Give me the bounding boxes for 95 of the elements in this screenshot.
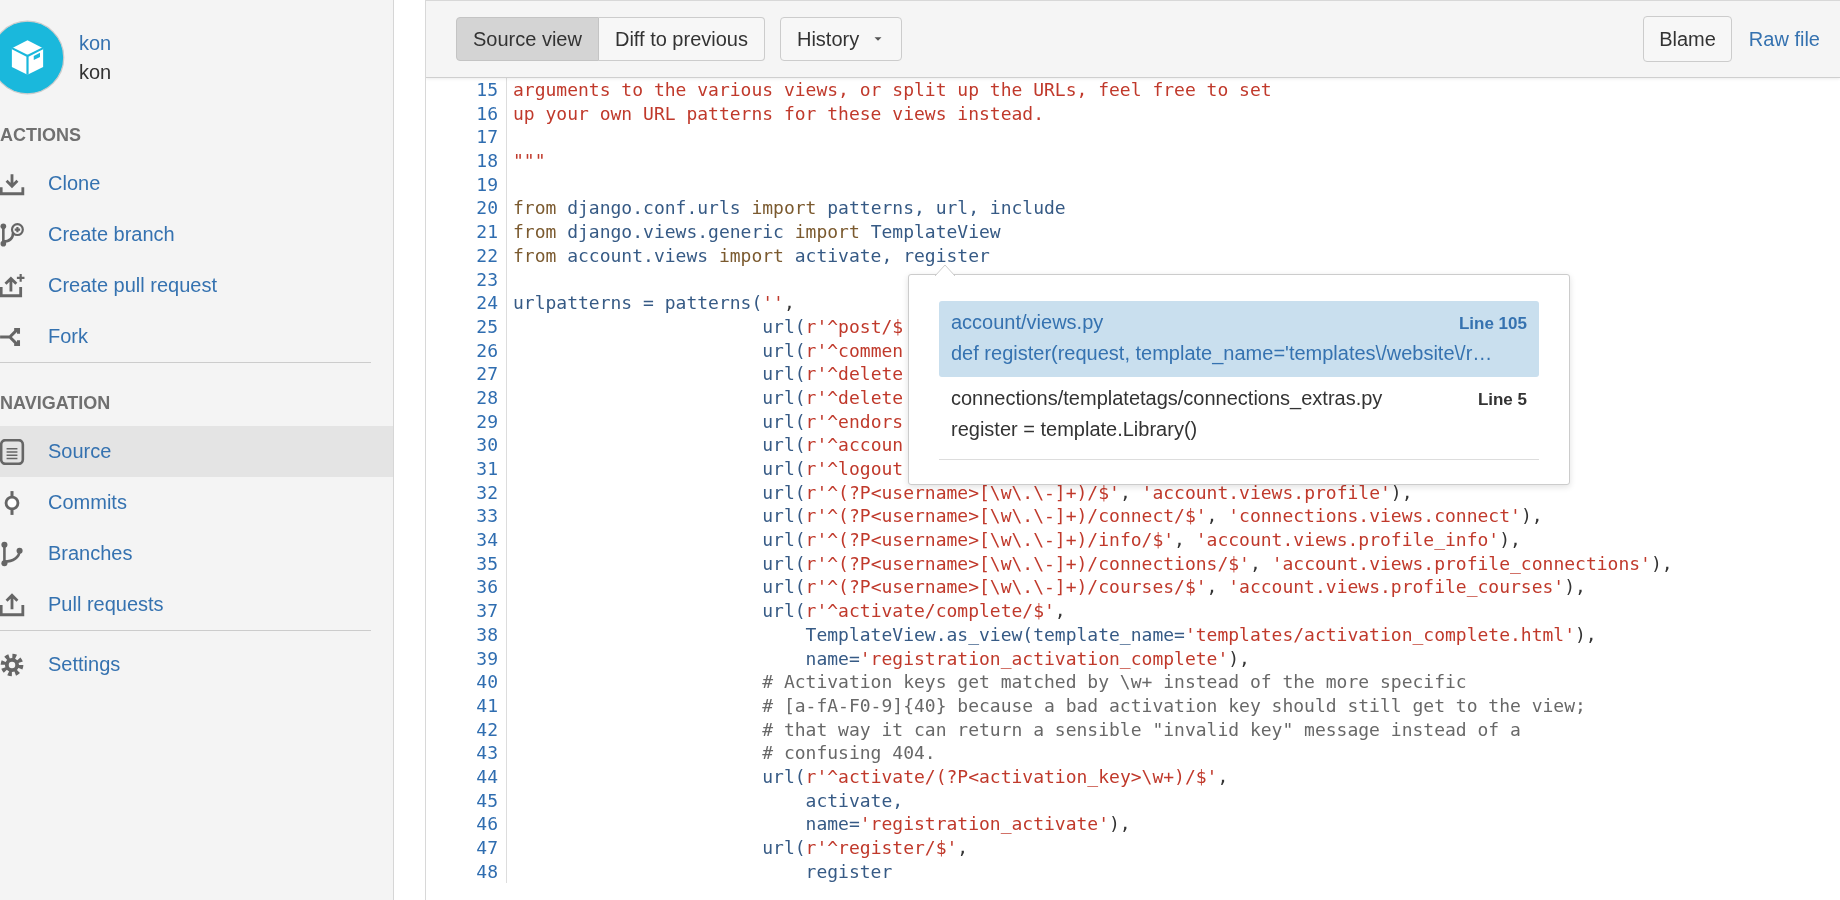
code-line: url(r'^logout xyxy=(761,457,904,481)
section-heading: ACTIONS xyxy=(0,124,82,147)
line-number: 42 xyxy=(426,717,507,742)
blame-button[interactable]: Blame xyxy=(1643,16,1732,62)
file-path: connections/templatetags/connections_extras.py xyxy=(951,386,1383,410)
line-number: 26 xyxy=(426,338,507,363)
code-line: name='registration_activate'), xyxy=(804,812,1131,836)
code-line: # [a-fA-F0-9]{40} because a bad activation key should still get to the view; xyxy=(761,693,1586,718)
code-line: url(r'^(?P<username>[\w\.\-]+)/$', 'account.views.profile'), xyxy=(761,480,1413,505)
code-line: from django.conf.urls import patterns, url, include xyxy=(512,196,1066,221)
line-number: 17 xyxy=(426,125,507,150)
line-number: 20 xyxy=(426,196,507,221)
code-line: url(r'^accoun xyxy=(761,433,904,457)
repo-link[interactable]: kon xyxy=(79,31,112,55)
raw-file-link[interactable]: Raw file xyxy=(1748,27,1820,51)
document-icon xyxy=(0,438,25,465)
code-line: url(r'^commen xyxy=(761,338,904,363)
line-number: 18 xyxy=(426,149,507,173)
sidebar-item[interactable]: Commits xyxy=(0,477,393,528)
code-line: name='registration_activation_complete'), xyxy=(804,646,1250,671)
sidebar-item[interactable]: Settings xyxy=(0,639,393,690)
repo-name: kon xyxy=(79,60,112,84)
sidebar-item[interactable]: Branches xyxy=(0,528,393,579)
line-number: 24 xyxy=(426,291,507,315)
line-number: 34 xyxy=(426,528,507,552)
line-number: 22 xyxy=(426,243,507,268)
code-snippet: def register(request, template_name='templates\/website\/r… xyxy=(951,341,1494,365)
file-path: account/views.py xyxy=(951,310,1104,334)
code-line: from account.views import activate, register xyxy=(512,243,990,268)
code-line: from django.views.generic import TemplateView xyxy=(512,220,1001,244)
line-label: Line 5 xyxy=(1477,389,1527,410)
code-line: register xyxy=(804,859,893,884)
sidebar-item[interactable]: Pull requests xyxy=(0,579,393,630)
code-line: """ xyxy=(512,149,546,173)
code-line: # confusing 404. xyxy=(761,741,936,765)
line-label: Line 105 xyxy=(1458,313,1527,334)
line-number: 30 xyxy=(426,433,507,457)
code-line: url(r'^register/$', xyxy=(761,836,969,860)
code-line: TemplateView.as_view(template_name='templates/activation_complete.html'), xyxy=(804,622,1597,647)
line-number: 25 xyxy=(426,314,507,339)
code-line: # that way it can return a sensible "invalid key" message instead of a xyxy=(761,717,1521,742)
line-number: 41 xyxy=(426,693,507,718)
code-line: url(r'^(?P<username>[\w\.\-]+)/courses/$', 'account.views.profile_courses'), xyxy=(761,575,1586,600)
result-item[interactable]: account/views.py Line 105 def register(request, template_name='templates\/website\/r… xyxy=(939,300,1539,377)
line-number: 40 xyxy=(426,670,507,694)
line-number: 29 xyxy=(426,409,507,434)
code-line: up your own URL patterns for these views instead. xyxy=(512,101,1044,126)
code-line: url(r'^activate/complete/$', xyxy=(761,599,1066,623)
branch-plus-icon xyxy=(0,221,25,248)
code-line: url(r'^(?P<username>[\w\.\-]+)/connect/$', 'connections.views.connect'), xyxy=(761,504,1543,529)
code-line: url(r'^post/$ xyxy=(761,314,904,339)
upload-plus-icon xyxy=(0,272,25,299)
line-number: 38 xyxy=(426,622,507,647)
line-number: 27 xyxy=(426,362,507,386)
line-number: 19 xyxy=(426,172,507,197)
view-tab[interactable]: Diff to previous xyxy=(598,17,765,61)
line-number: 23 xyxy=(426,267,507,292)
sidebar-item[interactable]: Create branch xyxy=(0,209,393,260)
line-number: 33 xyxy=(426,504,507,529)
line-number: 21 xyxy=(426,220,507,244)
branch-icon xyxy=(0,540,25,567)
history-dropdown[interactable]: History xyxy=(779,17,903,61)
line-number: 32 xyxy=(426,480,507,505)
line-number: 15 xyxy=(426,78,507,102)
line-number: 31 xyxy=(426,457,507,481)
line-number: 35 xyxy=(426,551,507,576)
code-line: urlpatterns = patterns('', xyxy=(512,291,795,315)
line-number: 48 xyxy=(426,859,507,884)
upload-icon xyxy=(0,591,25,618)
code-line: activate, xyxy=(804,788,904,813)
code-line: url(r'^delete xyxy=(761,362,904,386)
line-number: 44 xyxy=(426,764,507,789)
code-line: # Activation keys get matched by \w+ instead of the more specific xyxy=(761,670,1467,694)
line-number: 46 xyxy=(426,812,507,836)
code-line: url(r'^(?P<username>[\w\.\-]+)/info/$', 'account.views.profile_info'), xyxy=(761,528,1521,552)
sidebar-item[interactable]: Source xyxy=(0,426,393,477)
code-line: url(r'^delete xyxy=(761,385,904,410)
line-number: 36 xyxy=(426,575,507,600)
line-number: 37 xyxy=(426,599,507,623)
sidebar-item[interactable]: Create pull request xyxy=(0,260,393,311)
code-snippet: register = template.Library() xyxy=(951,417,1199,441)
sidebar-item[interactable]: Fork xyxy=(0,311,393,362)
line-number: 43 xyxy=(426,741,507,765)
line-number: 45 xyxy=(426,788,507,813)
line-number: 28 xyxy=(426,385,507,410)
section-heading: NAVIGATION xyxy=(0,392,112,415)
line-number: 39 xyxy=(426,646,507,671)
code-line: url(r'^(?P<username>[\w\.\-]+)/connections/$', 'account.views.profile_connections'), xyxy=(761,551,1673,576)
view-tab[interactable]: Source view xyxy=(456,17,599,61)
code-line: url(r'^endors xyxy=(761,409,904,434)
sidebar-item[interactable]: Clone xyxy=(0,158,393,209)
line-number: 16 xyxy=(426,101,507,126)
line-number: 47 xyxy=(426,836,507,860)
code-line: url(r'^activate/(?P<activation_key>\w+)/$', xyxy=(761,764,1229,789)
code-line: arguments to the various views, or split up the URLs, feel free to set xyxy=(512,78,1272,102)
